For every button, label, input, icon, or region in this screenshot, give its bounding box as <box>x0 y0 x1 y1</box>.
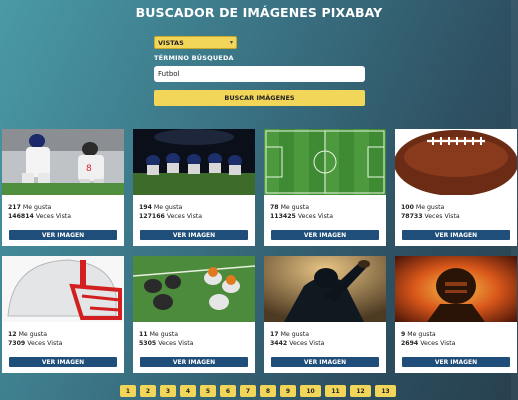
likes-count: 78 <box>270 204 279 211</box>
view-image-button[interactable]: VER IMAGEN <box>271 230 379 240</box>
page-button[interactable]: 8 <box>260 385 276 397</box>
result-image[interactable] <box>2 256 124 322</box>
result-card: 9 Me gusta 2694 Veces Vista VER IMAGEN <box>395 256 517 373</box>
result-image[interactable] <box>133 256 255 322</box>
likes-label: Me gusta <box>22 204 52 211</box>
views-count: 146814 <box>8 213 34 220</box>
view-image-button[interactable]: VER IMAGEN <box>9 230 117 240</box>
likes-label: Me gusta <box>280 331 309 338</box>
page-button[interactable]: 6 <box>220 385 236 397</box>
views-count: 3442 <box>270 340 288 347</box>
views-count: 113425 <box>270 213 296 220</box>
view-image-button[interactable]: VER IMAGEN <box>271 357 379 367</box>
views-label: Veces Vista <box>297 213 334 220</box>
view-image-button[interactable]: VER IMAGEN <box>402 357 510 367</box>
likes-count: 194 <box>139 204 152 211</box>
page-button[interactable]: 2 <box>140 385 156 397</box>
result-card: 17 Me gusta 3442 Veces Vista VER IMAGEN <box>264 256 386 373</box>
views-count: 7309 <box>8 340 26 347</box>
page-button[interactable]: 3 <box>160 385 176 397</box>
category-select-value: VISTAS <box>158 38 184 47</box>
page-title: BUSCADOR DE IMÁGENES PIXABAY <box>135 5 383 20</box>
page-button[interactable]: 11 <box>325 385 346 397</box>
result-card: 12 Me gusta 7309 Veces Vista VER IMAGEN <box>2 256 124 373</box>
result-card: 11 Me gusta 5305 Veces Vista VER IMAGEN <box>133 256 255 373</box>
page-button[interactable]: 13 <box>375 385 396 397</box>
result-image[interactable] <box>264 129 386 195</box>
views-label: Veces Vista <box>420 340 456 347</box>
view-image-button[interactable]: VER IMAGEN <box>140 357 248 367</box>
view-image-button[interactable]: VER IMAGEN <box>140 230 248 240</box>
views-count: 78733 <box>401 213 423 220</box>
search-button[interactable]: BUSCAR IMÁGENES <box>154 90 365 106</box>
result-card: 194 Me gusta 127166 Veces Vista VER IMAG… <box>133 129 255 246</box>
result-stats: 9 Me gusta 2694 Veces Vista <box>401 330 455 348</box>
views-count: 2694 <box>401 340 419 347</box>
likes-label: Me gusta <box>407 331 436 338</box>
likes-label: Me gusta <box>18 331 47 338</box>
search-form: VISTAS ▾ TÉRMINO BÚSQUEDA Futbol BUSCAR … <box>154 36 365 106</box>
views-label: Veces Vista <box>424 213 460 220</box>
result-image[interactable] <box>264 256 386 322</box>
result-stats: 17 Me gusta 3442 Veces Vista <box>270 330 324 348</box>
result-image[interactable]: 8 <box>2 129 124 195</box>
page-button[interactable]: 4 <box>180 385 196 397</box>
view-image-button[interactable]: VER IMAGEN <box>402 230 510 240</box>
likes-count: 9 <box>401 331 406 338</box>
chevron-down-icon: ▾ <box>229 39 233 46</box>
pagination: 1 2 3 4 5 6 7 8 9 10 11 12 13 <box>120 385 396 397</box>
views-count: 127166 <box>139 213 165 220</box>
views-count: 5305 <box>139 340 157 347</box>
views-label: Veces Vista <box>35 213 72 220</box>
view-image-button[interactable]: VER IMAGEN <box>9 357 117 367</box>
likes-count: 12 <box>8 331 17 338</box>
views-label: Veces Vista <box>289 340 325 347</box>
result-stats: 78 Me gusta 113425 Veces Vista <box>270 203 333 221</box>
search-label: TÉRMINO BÚSQUEDA <box>154 54 234 62</box>
likes-count: 17 <box>270 331 279 338</box>
result-stats: 11 Me gusta 5305 Veces Vista <box>139 330 193 348</box>
svg-text:8: 8 <box>86 164 92 174</box>
result-image[interactable] <box>395 129 517 195</box>
result-card: 8 217 Me gusta 146814 Veces Vista VER IM… <box>2 129 124 246</box>
result-image[interactable] <box>395 256 517 322</box>
views-label: Veces Vista <box>166 213 203 220</box>
category-select[interactable]: VISTAS ▾ <box>154 36 237 49</box>
page-button[interactable]: 7 <box>240 385 256 397</box>
result-card: 100 Me gusta 78733 Veces Vista VER IMAGE… <box>395 129 517 246</box>
page-button[interactable]: 9 <box>280 385 296 397</box>
views-label: Veces Vista <box>27 340 63 347</box>
likes-count: 100 <box>401 204 414 211</box>
result-card: 78 Me gusta 113425 Veces Vista VER IMAGE… <box>264 129 386 246</box>
page-button[interactable]: 1 <box>120 385 136 397</box>
result-stats: 100 Me gusta 78733 Veces Vista <box>401 203 460 221</box>
likes-label: Me gusta <box>153 204 183 211</box>
likes-count: 11 <box>139 331 148 338</box>
likes-label: Me gusta <box>415 204 445 211</box>
page-button[interactable]: 12 <box>350 385 371 397</box>
page-button[interactable]: 5 <box>200 385 216 397</box>
likes-label: Me gusta <box>149 331 178 338</box>
result-image[interactable] <box>133 129 255 195</box>
likes-count: 217 <box>8 204 21 211</box>
page-button[interactable]: 10 <box>300 385 321 397</box>
result-stats: 12 Me gusta 7309 Veces Vista <box>8 330 62 348</box>
search-input[interactable]: Futbol <box>154 66 365 82</box>
result-stats: 194 Me gusta 127166 Veces Vista <box>139 203 202 221</box>
result-stats: 217 Me gusta 146814 Veces Vista <box>8 203 71 221</box>
likes-label: Me gusta <box>280 204 309 211</box>
views-label: Veces Vista <box>158 340 194 347</box>
